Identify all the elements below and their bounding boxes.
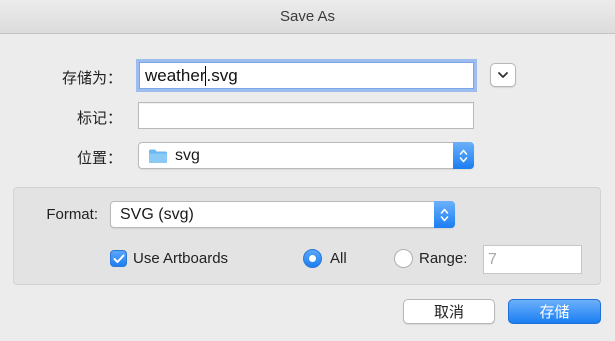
tags-label: 标记： xyxy=(76,110,122,127)
tags-input[interactable] xyxy=(138,102,474,129)
chevron-down-icon xyxy=(498,72,508,78)
save-as-label: 存储为： xyxy=(61,70,122,87)
format-label: Format: xyxy=(46,206,98,223)
use-artboards-checkbox[interactable] xyxy=(110,250,127,267)
range-label[interactable]: Range: xyxy=(419,250,467,267)
location-value: svg xyxy=(175,146,200,164)
filename-text-before-caret: weather xyxy=(145,65,206,85)
all-radio[interactable] xyxy=(303,249,322,268)
cancel-button[interactable]: 取消 xyxy=(403,299,495,324)
range-input[interactable]: 7 xyxy=(483,245,582,274)
location-label: 位置： xyxy=(76,150,122,167)
checkmark-icon xyxy=(113,254,124,263)
folder-icon xyxy=(149,149,167,163)
format-popup[interactable]: SVG (svg) xyxy=(110,201,455,228)
use-artboards-label[interactable]: Use Artboards xyxy=(133,250,228,267)
popup-arrows-icon xyxy=(453,142,474,169)
expand-dialog-button[interactable] xyxy=(490,63,516,87)
range-radio[interactable] xyxy=(394,249,413,268)
popup-arrows-icon xyxy=(434,201,455,228)
save-button[interactable]: 存储 xyxy=(508,299,601,324)
title-bar: Save As xyxy=(0,0,615,34)
filename-input[interactable]: weather .svg xyxy=(139,62,474,89)
location-popup[interactable]: svg xyxy=(138,142,474,169)
window-title: Save As xyxy=(279,8,336,25)
format-value: SVG (svg) xyxy=(120,205,194,223)
all-label[interactable]: All xyxy=(330,250,347,267)
filename-text-after-caret: .svg xyxy=(206,65,238,85)
